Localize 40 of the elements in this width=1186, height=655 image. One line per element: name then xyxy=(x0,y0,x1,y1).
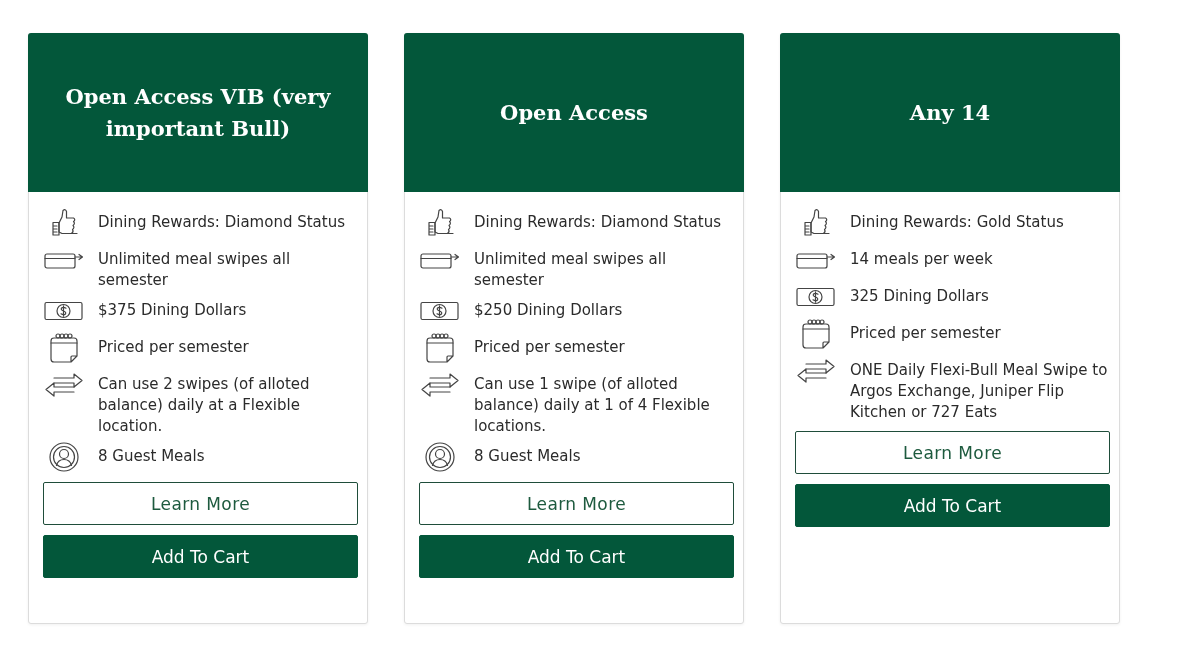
feature-text: Can use 1 swipe (of alloted balance) daily at 1 of 4 Flexible locations. xyxy=(474,374,711,437)
feature-text: Priced per semester xyxy=(98,337,249,358)
feature-text: Dining Rewards: Diamond Status xyxy=(474,212,721,233)
dollar-bill-icon xyxy=(44,301,84,321)
feature-text: Unlimited meal swipes all semester xyxy=(98,249,292,291)
dollar-bill-icon xyxy=(796,287,836,307)
feature-text: 8 Guest Meals xyxy=(98,446,205,467)
feature-text: Priced per semester xyxy=(474,337,625,358)
card-swipe-icon xyxy=(796,251,836,269)
feature-text: 325 Dining Dollars xyxy=(850,286,989,307)
feature-text: Can use 2 swipes (of alloted balance) daily at a Flexible location. xyxy=(98,374,311,437)
feature-text: $375 Dining Dollars xyxy=(98,300,247,321)
plan-title: Open Access VIB (very important Bull) xyxy=(64,82,332,143)
feature-text: Dining Rewards: Gold Status xyxy=(850,212,1064,233)
thumbs-up-icon xyxy=(426,207,454,239)
learn-more-button[interactable]: Learn More xyxy=(43,482,358,525)
plan-title: Open Access xyxy=(500,98,648,127)
learn-more-button[interactable]: Learn More xyxy=(419,482,734,525)
feature-text: 8 Guest Meals xyxy=(474,446,581,467)
card-swipe-icon xyxy=(44,251,84,269)
add-to-cart-button[interactable]: Add To Cart xyxy=(419,535,734,578)
feature-text: $250 Dining Dollars xyxy=(474,300,623,321)
dollar-bill-icon xyxy=(420,301,460,321)
feature-text: ONE Daily Flexi-Bull Meal Swipe to Argos Exchange, Juniper Flip Kitchen or 727 Eats xyxy=(850,360,1109,423)
add-to-cart-button[interactable]: Add To Cart xyxy=(795,484,1110,527)
feature-text: 14 meals per week xyxy=(850,249,993,270)
person-circle-icon xyxy=(425,441,455,473)
feature-text: Priced per semester xyxy=(850,323,1001,344)
plan-title: Any 14 xyxy=(909,98,991,127)
person-circle-icon xyxy=(49,441,79,473)
card-swipe-icon xyxy=(420,251,460,269)
thumbs-up-icon xyxy=(802,207,830,239)
add-to-cart-button[interactable]: Add To Cart xyxy=(43,535,358,578)
feature-text: Dining Rewards: Diamond Status xyxy=(98,212,345,233)
calendar-icon xyxy=(49,332,79,364)
calendar-icon xyxy=(801,318,831,350)
calendar-icon xyxy=(425,332,455,364)
feature-text: Unlimited meal swipes all semester xyxy=(474,249,668,291)
thumbs-up-icon xyxy=(50,207,78,239)
learn-more-button[interactable]: Learn More xyxy=(795,431,1110,474)
